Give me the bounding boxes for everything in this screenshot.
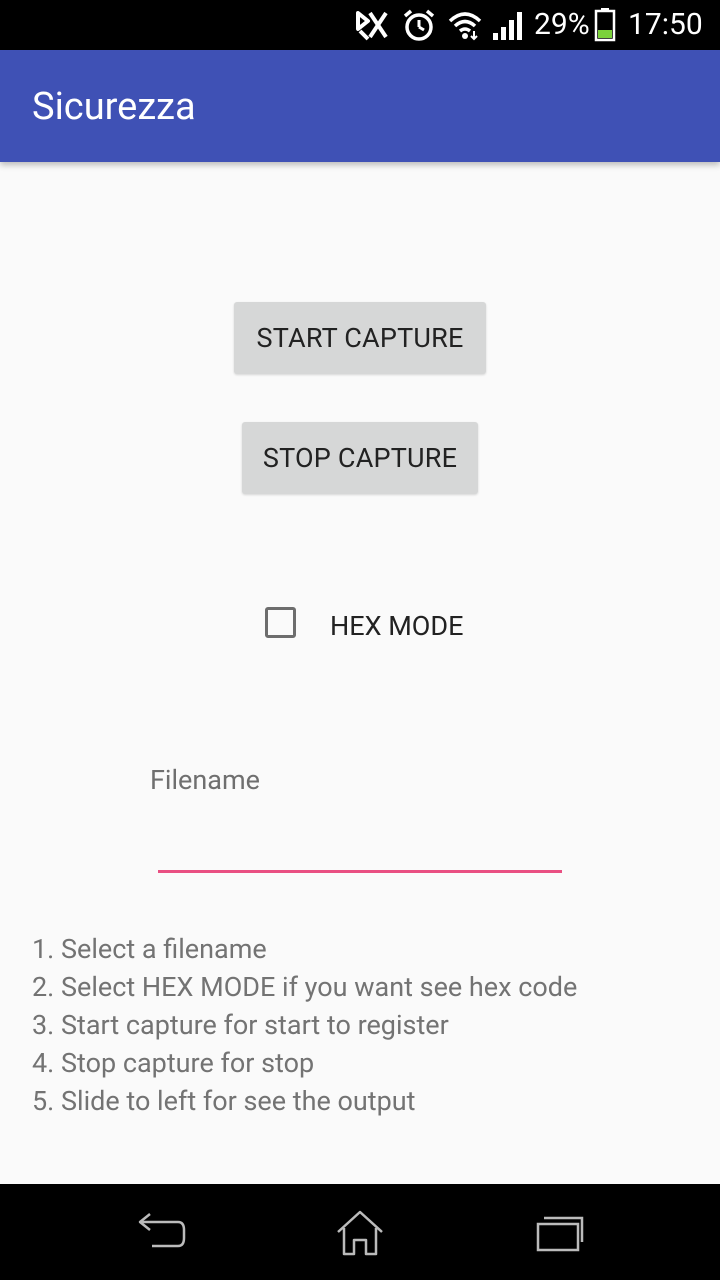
instruction-line: 2. Select HEX MODE if you want see hex c… <box>32 971 578 1003</box>
instruction-line: 5. Slide to left for see the output <box>32 1085 416 1117</box>
status-bar: 29% 17:50 <box>0 0 720 50</box>
stop-capture-button[interactable]: STOP CAPTURE <box>242 422 478 494</box>
start-capture-button[interactable]: START CAPTURE <box>234 302 486 374</box>
instructions: 1. Select a filename 2. Select HEX MODE … <box>32 930 692 1120</box>
back-icon[interactable] <box>130 1208 190 1258</box>
filename-underline <box>158 870 562 873</box>
filename-label: Filename <box>150 764 260 796</box>
signal-icon <box>492 9 524 45</box>
filename-input[interactable] <box>158 830 562 870</box>
hex-mode-checkbox-row[interactable]: HEX MODE <box>262 604 502 648</box>
home-icon[interactable] <box>330 1208 390 1258</box>
clock: 17:50 <box>628 7 703 42</box>
app-bar: Sicurezza <box>0 50 720 162</box>
nfc-icon <box>354 9 390 45</box>
battery-icon <box>594 8 616 46</box>
wifi-icon <box>448 9 482 45</box>
alarm-icon <box>402 9 436 47</box>
instruction-line: 4. Stop capture for stop <box>32 1047 315 1079</box>
filename-field: Filename <box>150 760 570 880</box>
instruction-line: 3. Start capture for start to register <box>32 1009 449 1041</box>
battery-percent: 29% <box>534 7 590 42</box>
instruction-line: 1. Select a filename <box>32 933 267 965</box>
hex-mode-label[interactable]: HEX MODE <box>330 606 463 646</box>
navigation-bar <box>0 1184 720 1280</box>
hex-mode-checkbox[interactable] <box>265 607 296 638</box>
app-title: Sicurezza <box>32 85 196 129</box>
recents-icon[interactable] <box>530 1208 590 1258</box>
